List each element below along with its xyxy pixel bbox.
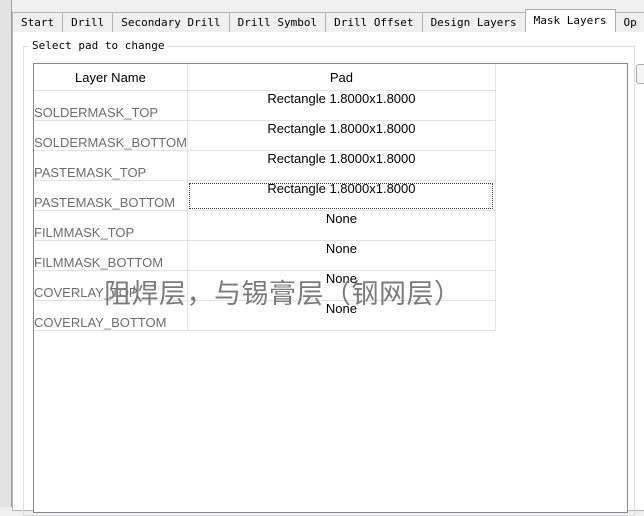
grid-header-row: Layer Name Pad (34, 64, 496, 91)
table-row: FILMMASK_BOTTOM None (34, 240, 496, 271)
pad-cell[interactable]: None (187, 210, 496, 241)
tab-drill[interactable]: Drill (62, 12, 114, 32)
tab-mask-layers[interactable]: Mask Layers (524, 9, 616, 32)
annotation-text: 阻焊层，与锡膏层（钢网层） (104, 279, 462, 310)
tab-options[interactable]: Op (614, 12, 644, 32)
pad-cell[interactable]: Rectangle 1.8000x1.8000 (187, 120, 496, 151)
layer-name-cell[interactable]: FILMMASK_BOTTOM (34, 240, 188, 271)
window-left-edge (0, 0, 12, 507)
layer-name-cell[interactable]: FILMMASK_TOP (34, 210, 188, 241)
tab-strip: Start Drill Secondary Drill Drill Symbol… (12, 9, 644, 32)
tab-secondary-drill[interactable]: Secondary Drill (112, 12, 230, 32)
tab-drill-offset[interactable]: Drill Offset (325, 12, 423, 32)
layer-name-cell[interactable]: SOLDERMASK_BOTTOM (34, 120, 188, 151)
tab-design-layers[interactable]: Design Layers (421, 12, 526, 32)
column-header-layer-name[interactable]: Layer Name (34, 64, 188, 91)
column-header-pad[interactable]: Pad (187, 64, 496, 91)
groupbox-caption: Select pad to change (29, 39, 168, 53)
table-row: PASTEMASK_TOP Rectangle 1.8000x1.8000 (34, 150, 496, 181)
tab-start[interactable]: Start (12, 12, 64, 32)
table-row: FILMMASK_TOP None (34, 210, 496, 241)
layer-name-cell[interactable]: SOLDERMASK_TOP (34, 90, 188, 121)
pad-cell[interactable]: Rectangle 1.8000x1.8000 (187, 90, 496, 121)
tab-drill-symbol[interactable]: Drill Symbol (228, 12, 327, 32)
layer-name-cell[interactable]: PASTEMASK_TOP (34, 150, 188, 181)
table-row: PASTEMASK_BOTTOM Rectangle 1.8000x1.8000 (34, 180, 496, 211)
table-row: SOLDERMASK_BOTTOM Rectangle 1.8000x1.800… (34, 120, 496, 151)
side-button[interactable] (636, 64, 644, 84)
pad-cell[interactable]: None (187, 240, 496, 271)
pad-cell-focused[interactable]: Rectangle 1.8000x1.8000 (187, 180, 496, 211)
table-row: SOLDERMASK_TOP Rectangle 1.8000x1.8000 (34, 90, 496, 121)
pad-cell[interactable]: Rectangle 1.8000x1.8000 (187, 150, 496, 181)
layer-name-cell[interactable]: PASTEMASK_BOTTOM (34, 180, 188, 211)
